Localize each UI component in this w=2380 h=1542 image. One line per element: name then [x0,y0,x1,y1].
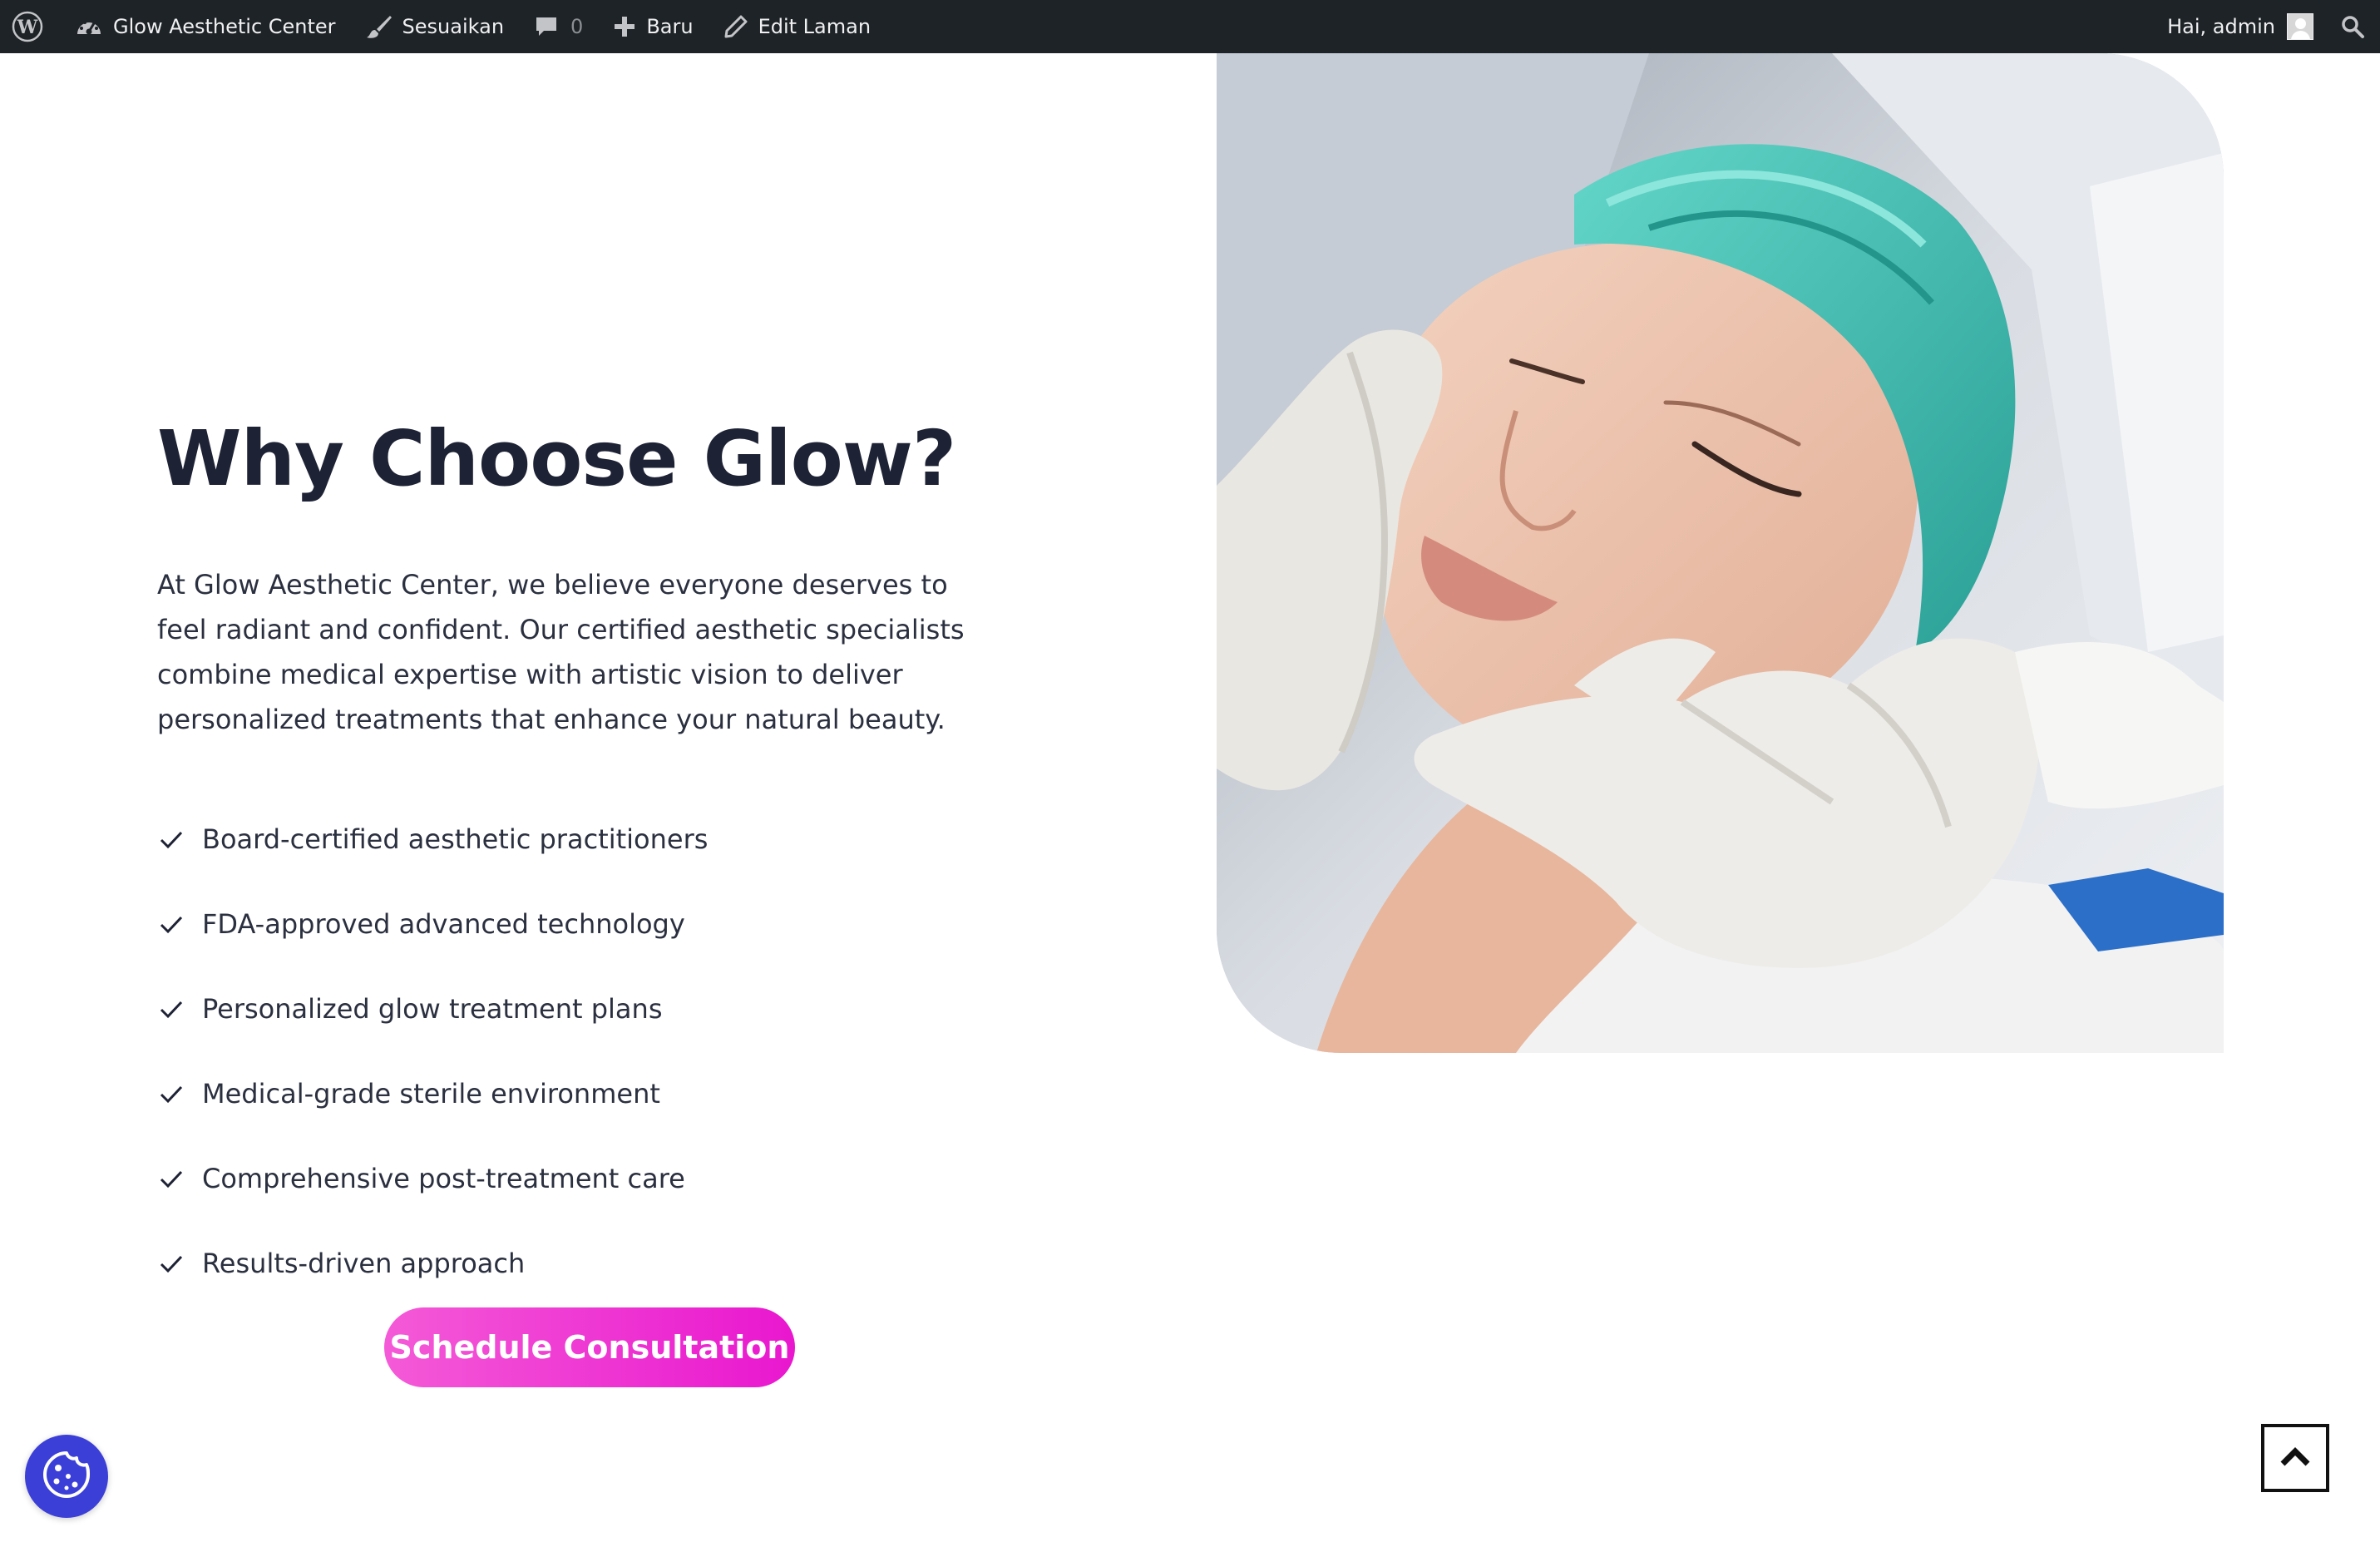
feature-item: Medical-grade sterile environment [157,1051,708,1136]
admin-bar-right: Hai, admin [2152,0,2380,53]
admin-search-button[interactable] [2332,0,2380,53]
plus-icon [613,15,636,38]
customize-menu[interactable]: Sesuaikan [351,0,519,53]
feature-item: Board-certified aesthetic practitioners [157,797,708,882]
checkmark-icon [157,1080,185,1108]
pencil-icon [723,14,748,39]
edit-page-menu[interactable]: Edit Laman [709,0,886,53]
new-content-menu[interactable]: Baru [598,0,708,53]
feature-text: Medical-grade sterile environment [202,1078,660,1110]
feature-text: Results-driven approach [202,1248,526,1279]
brush-icon [366,14,393,39]
search-icon [2340,14,2365,39]
admin-bar: W Glow Aesthetic Center Sesuaikan 0 Baru… [0,0,2380,53]
svg-text:W: W [17,17,38,38]
feature-item: Results-driven approach [157,1221,708,1306]
feature-item: Personalized glow treatment plans [157,966,708,1051]
dashboard-icon [75,14,103,39]
feature-text: Personalized glow treatment plans [202,993,663,1025]
comment-icon [534,14,559,39]
wordpress-menu[interactable]: W [0,0,60,53]
scroll-to-top-button[interactable] [2261,1424,2329,1492]
checkmark-icon [157,995,185,1023]
facial-treatment-photo [1217,53,2224,1053]
cookie-icon [40,1448,93,1505]
feature-list: Board-certified aesthetic practitioners … [157,797,708,1306]
feature-text: Board-certified aesthetic practitioners [202,823,709,855]
feature-item: FDA-approved advanced technology [157,882,708,966]
checkmark-icon [157,1164,185,1193]
checkmark-icon [157,910,185,938]
intro-paragraph: At Glow Aesthetic Center, we believe eve… [157,569,965,735]
feature-item: Comprehensive post-treatment care [157,1136,708,1221]
checkmark-icon [157,825,185,853]
avatar [2287,13,2313,40]
wordpress-logo-icon: W [12,11,43,42]
section-heading: Why Choose Glow? [157,414,956,503]
admin-bar-left: W Glow Aesthetic Center Sesuaikan 0 Baru… [0,0,886,53]
new-label: Baru [646,15,694,38]
comments-menu[interactable]: 0 [519,0,598,53]
schedule-consultation-button[interactable]: Schedule Consultation [384,1307,795,1387]
cookie-settings-button[interactable] [25,1435,108,1518]
account-menu[interactable]: Hai, admin [2152,0,2332,53]
site-name-menu[interactable]: Glow Aesthetic Center [60,0,351,53]
comments-count: 0 [570,15,584,38]
customize-label: Sesuaikan [402,15,505,38]
site-name-label: Glow Aesthetic Center [113,15,336,38]
feature-text: FDA-approved advanced technology [202,908,685,940]
edit-page-label: Edit Laman [758,15,872,38]
greeting-label: Hai, admin [2167,15,2275,38]
chevron-up-icon [2279,1444,2312,1472]
feature-text: Comprehensive post-treatment care [202,1163,685,1194]
checkmark-icon [157,1249,185,1278]
